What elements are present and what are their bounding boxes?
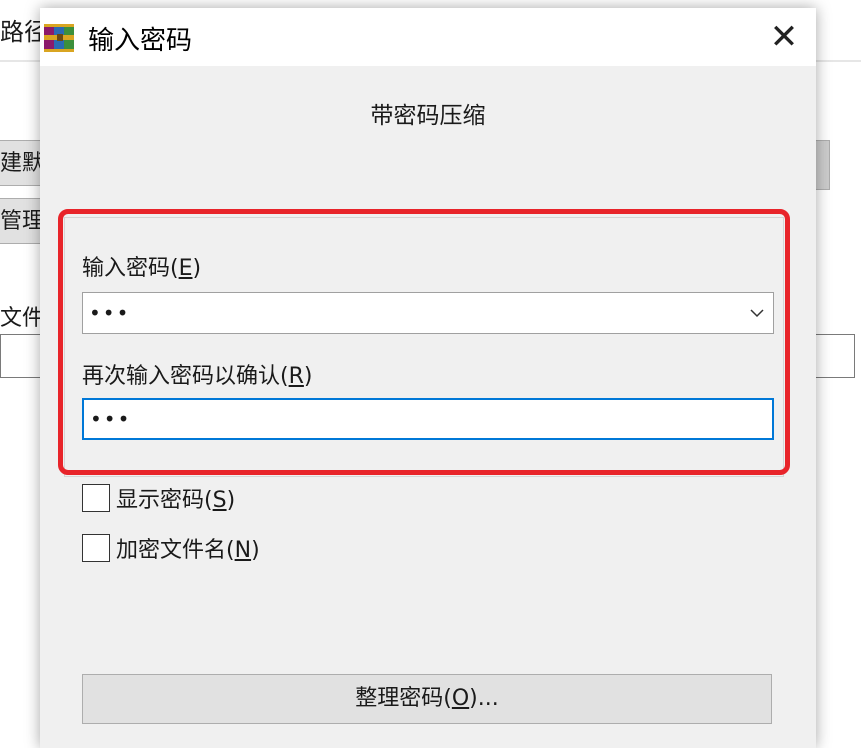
confirm-password-label-text: 再次输入密码以确认( xyxy=(82,364,289,389)
show-password-label-text: 显示密码( xyxy=(116,488,213,513)
show-password-label: 显示密码(S) xyxy=(116,488,236,513)
background-button-manage-label: 管理 xyxy=(0,209,45,234)
confirm-password-input-value: ••• xyxy=(90,407,132,431)
dialog-heading: 带密码压缩 xyxy=(370,103,486,129)
show-password-accesskey: S xyxy=(212,488,227,513)
chevron-down-icon[interactable] xyxy=(749,293,765,348)
encrypt-filenames-checkbox[interactable] xyxy=(82,534,110,562)
password-label: 输入密码(E) xyxy=(82,256,202,281)
password-dialog: 输入密码 ✕ 带密码压缩 输入密码(E) ••• 再次输入密码以确认(R) ••… xyxy=(40,8,816,748)
background-file-label: 文件 xyxy=(0,306,45,331)
background-button-default-label: 建默 xyxy=(0,151,45,176)
organize-passwords-suffix: )... xyxy=(469,686,499,711)
encrypt-filenames-option[interactable]: 加密文件名(N) xyxy=(82,532,260,564)
organize-passwords-label-text: 整理密码( xyxy=(355,686,452,711)
organize-passwords-button[interactable]: 整理密码(O)... xyxy=(82,674,772,724)
encrypt-filenames-label-text: 加密文件名( xyxy=(116,538,235,563)
encrypt-filenames-accesskey: N xyxy=(234,538,252,563)
password-input[interactable]: ••• xyxy=(82,292,774,334)
password-input-value: ••• xyxy=(89,301,131,325)
encrypt-filenames-label: 加密文件名(N) xyxy=(116,538,260,563)
organize-passwords-accesskey: O xyxy=(451,686,470,711)
password-label-accesskey: E xyxy=(178,256,193,281)
close-icon: ✕ xyxy=(769,17,799,57)
confirm-password-label: 再次输入密码以确认(R) xyxy=(82,364,313,389)
winrar-app-icon xyxy=(44,24,74,52)
dialog-title: 输入密码 xyxy=(88,26,193,56)
confirm-password-input[interactable]: ••• xyxy=(82,398,774,440)
confirm-password-label-accesskey: R xyxy=(288,364,304,389)
show-password-checkbox[interactable] xyxy=(82,484,110,512)
dialog-titlebar[interactable]: 输入密码 ✕ xyxy=(40,8,816,66)
show-password-option[interactable]: 显示密码(S) xyxy=(82,482,235,514)
password-label-text: 输入密码( xyxy=(82,256,179,281)
close-button[interactable]: ✕ xyxy=(752,8,816,66)
